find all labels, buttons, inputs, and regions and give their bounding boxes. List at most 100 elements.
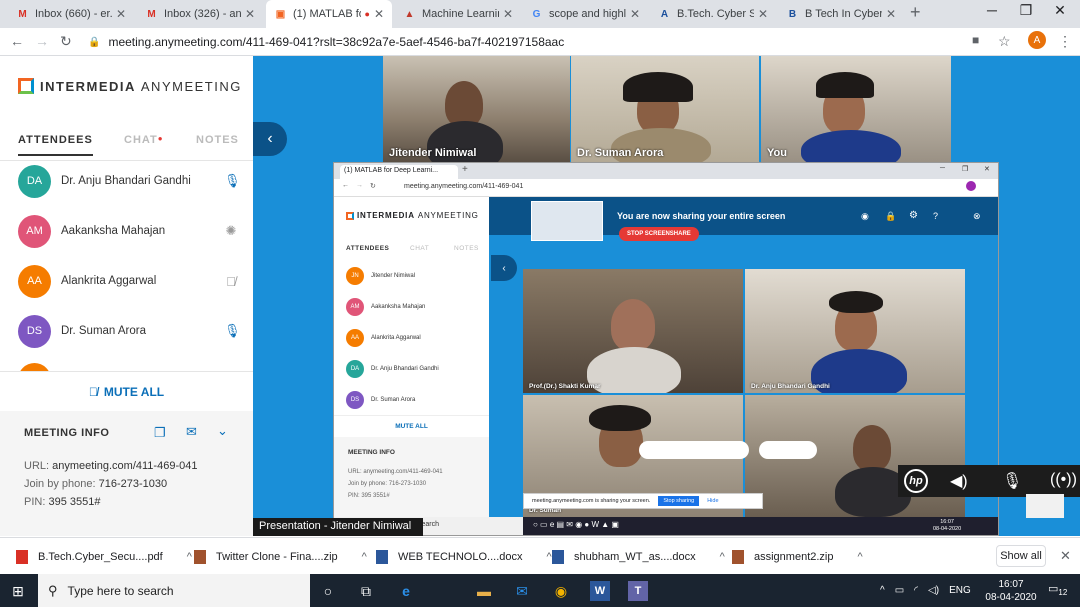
chevron-up-icon[interactable]: ^ <box>187 551 192 563</box>
collapse-panel-button[interactable]: ‹ <box>253 122 287 156</box>
chevron-up-icon[interactable]: ^ <box>720 551 725 563</box>
tab-notes[interactable]: NOTES <box>196 134 239 146</box>
anymeeting-logo: INTERMEDIA ANYMEETING <box>18 78 242 94</box>
language-indicator[interactable]: ENG <box>949 585 971 596</box>
tab-chat[interactable]: CHAT● <box>124 134 164 146</box>
gmail-icon: M <box>147 8 156 20</box>
system-tray: ^ ▭ ◜ ◁) ENG <box>880 574 971 607</box>
loading-spinner-icon[interactable]: ✺ <box>224 223 238 239</box>
video-tile[interactable]: Dr. Suman Arora <box>571 56 759 162</box>
browser-tab[interactable]: ▲ Machine Learning ✕ <box>395 0 521 28</box>
attendee-row[interactable]: DS Dr. Suman Arora 🎙 <box>18 314 241 348</box>
task-view-icon[interactable]: ⧉ <box>356 581 376 601</box>
shared-new-tab-icon: + <box>462 164 468 175</box>
teams-icon[interactable]: T <box>628 581 648 601</box>
chevron-down-icon[interactable]: ⌄ <box>217 423 228 439</box>
shared-side-panel: INTERMEDIA ANYMEETING ATTENDEES CHAT NOT… <box>334 197 489 535</box>
close-tab-icon[interactable]: ✕ <box>374 7 384 21</box>
tray-chevron-icon[interactable]: ^ <box>880 585 885 596</box>
show-all-downloads-button[interactable]: Show all <box>996 545 1046 567</box>
mail-icon[interactable]: ✉ <box>512 581 532 601</box>
chrome-icon[interactable]: ◉ <box>551 581 571 601</box>
shared-attendee-row: DS Dr. Suman Arora <box>346 391 476 409</box>
shared-forward-icon: → <box>356 182 363 189</box>
address-bar[interactable]: 🔒 meeting.anymeeting.com/411-469-041?rsl… <box>88 31 958 53</box>
edit-pen-icon[interactable] <box>1026 494 1064 518</box>
docx-icon <box>376 549 388 564</box>
shared-logo-mark-icon <box>346 211 354 220</box>
download-item[interactable]: assignment2.zip ^ <box>732 538 863 575</box>
menu-kebab-icon[interactable]: ⋮ <box>1058 33 1072 50</box>
shared-url: meeting.anymeeting.com/411-469-041 <box>404 183 524 190</box>
bookmark-star-icon[interactable]: ☆ <box>998 33 1011 50</box>
attendee-row[interactable]: DA Dr. Anju Bhandari Gandhi 🎙 <box>18 164 241 198</box>
browser-tab[interactable]: M Inbox (660) - er.an ✕ <box>8 0 134 28</box>
taskbar-search-box[interactable]: ⚲ Type here to search <box>38 574 310 607</box>
chevron-up-icon[interactable]: ^ <box>547 551 552 563</box>
meeting-info-title: MEETING INFO <box>24 427 110 439</box>
browser-tab[interactable]: M Inbox (326) - anju ✕ <box>137 0 263 28</box>
forward-arrow-icon[interactable]: → <box>35 33 49 49</box>
video-tile[interactable]: You <box>761 56 951 162</box>
shared-taskbar: ○ ▭ e ▤ ✉ ◉ ● W ▲ ▣ 16:07 08-04-2020 <box>523 517 998 535</box>
browser-tab[interactable]: Gscope and highligh ✕ <box>522 0 648 28</box>
close-tab-icon[interactable]: ✕ <box>886 7 896 21</box>
chevron-up-icon[interactable]: ^ <box>858 551 863 563</box>
browser-tab-strip: M Inbox (660) - er.an ✕ M Inbox (326) - anju… <box>0 0 1080 28</box>
windows-start-icon[interactable]: ⊞ <box>8 581 28 601</box>
new-tab-button[interactable]: + <box>910 2 921 23</box>
attendee-row[interactable]: AM Aakanksha Mahajan ✺ <box>18 214 238 248</box>
taskbar-clock[interactable]: 16:07 08-04-2020 <box>985 574 1037 607</box>
email-icon[interactable]: ✉ <box>186 424 197 440</box>
shared-attendee-name: Dr. Suman Arora <box>371 397 416 403</box>
tab-attendees[interactable]: ATTENDEES <box>18 134 93 156</box>
microphone-icon[interactable]: 🎙 <box>1002 471 1022 491</box>
volume-icon[interactable]: ◀) <box>950 471 968 491</box>
video-tile[interactable]: Jitender Nimiwal <box>383 56 570 162</box>
taskbar-search-placeholder: Type here to search <box>67 583 174 598</box>
video-tile-name: You <box>767 147 787 159</box>
download-item[interactable]: shubham_WT_as....docx ^ <box>552 538 725 575</box>
edge-icon[interactable]: e <box>396 581 416 601</box>
mic-icon[interactable]: 🎙 <box>224 173 241 189</box>
close-tab-icon[interactable]: ✕ <box>503 7 513 21</box>
google-icon: G <box>532 8 541 20</box>
shared-attendee-name: Aakanksha Mahajan <box>371 304 426 310</box>
copy-icon[interactable]: ❐ <box>154 425 166 441</box>
camera-icon[interactable]: ■ <box>972 33 979 47</box>
maximize-button[interactable]: ❐ <box>1009 2 1043 19</box>
cortana-icon[interactable]: ○ <box>318 581 338 601</box>
chevron-up-icon[interactable]: ^ <box>362 551 367 563</box>
shared-close-icon: ✕ <box>984 166 990 173</box>
mute-all-button[interactable]: 🎙̸ MUTE ALL <box>0 371 253 411</box>
attendee-row[interactable]: AA Alankrita Aggarwal 🎙̸ <box>18 264 238 298</box>
minimize-button[interactable]: ─ <box>975 2 1009 18</box>
video-tile-name: Jitender Nimiwal <box>389 147 477 159</box>
browser-tab[interactable]: B B Tech In Cyber Se ✕ <box>778 0 904 28</box>
shared-attendee-avatar: DA <box>346 360 364 378</box>
battery-icon: ▭ <box>894 585 905 596</box>
reload-icon[interactable]: ↻ <box>60 33 72 50</box>
notification-icon[interactable]: ▭12 <box>1048 582 1067 597</box>
close-tab-icon[interactable]: ✕ <box>116 7 126 21</box>
word-icon[interactable]: W <box>590 581 610 601</box>
browser-tab[interactable]: ▣ (1) MATLAB fo ● ✕ <box>266 0 392 28</box>
file-explorer-icon[interactable]: ▬ <box>474 581 494 601</box>
zip-icon <box>732 549 744 564</box>
download-item[interactable]: WEB TECHNOLO....docx ^ <box>376 538 552 575</box>
close-window-button[interactable]: ✕ <box>1043 2 1077 19</box>
browser-tab[interactable]: A B.Tech. Cyber Secu ✕ <box>650 0 776 28</box>
download-item[interactable]: Twitter Clone - Fina....zip ^ <box>194 538 367 575</box>
download-item[interactable]: B.Tech.Cyber_Secu....pdf ^ <box>16 538 192 575</box>
close-tab-icon[interactable]: ✕ <box>630 7 640 21</box>
close-tab-icon[interactable]: ✕ <box>758 7 768 21</box>
mic-muted-icon[interactable]: 🎙̸ <box>224 274 238 289</box>
wireless-icon[interactable]: ((•)) <box>1050 471 1077 489</box>
close-tab-icon[interactable]: ✕ <box>245 7 255 21</box>
profile-avatar[interactable]: A <box>1028 31 1046 49</box>
hp-media-overlay: hp ◀) 🎙 ((•)) <box>898 465 1080 497</box>
back-arrow-icon[interactable]: ← <box>10 33 24 49</box>
close-downloads-icon[interactable]: ✕ <box>1060 548 1071 564</box>
mic-icon[interactable]: 🎙 <box>224 323 241 339</box>
video-tile-name: Dr. Suman Arora <box>577 147 664 159</box>
